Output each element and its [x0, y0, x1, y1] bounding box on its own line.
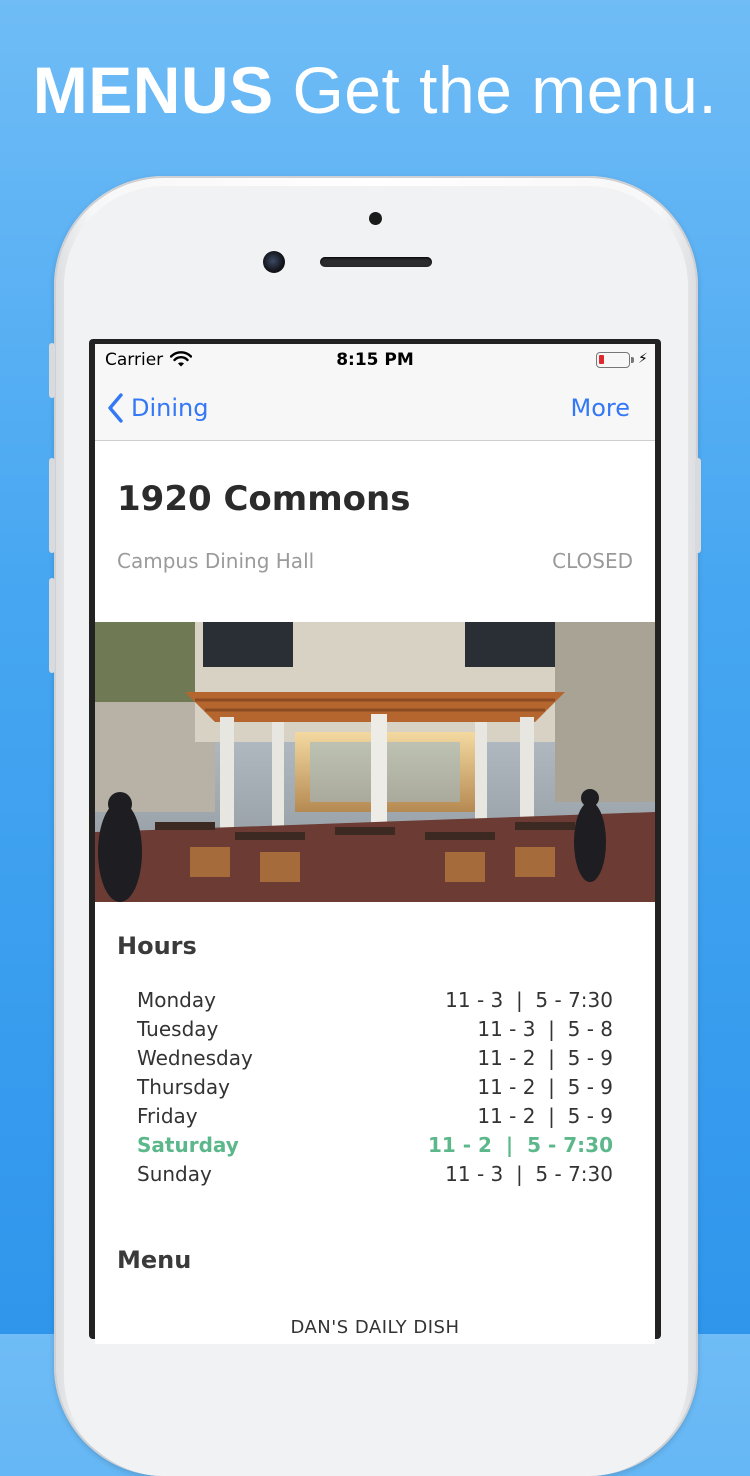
volume-up-button	[49, 458, 55, 553]
volume-down-button	[49, 578, 55, 673]
hours-time: 11 - 3 | 5 - 8	[477, 1017, 613, 1041]
hours-day: Thursday	[137, 1075, 230, 1099]
promo-headline-text: Get the menu.	[292, 53, 718, 127]
promo-headline: MENUS Get the menu.	[0, 52, 750, 128]
app-screen: Carrier 8:15 PM ⚡ Dining More 1920 Commo…	[95, 344, 655, 1344]
dining-hall-type: Campus Dining Hall	[117, 549, 315, 573]
hours-heading: Hours	[117, 932, 197, 960]
hours-day: Monday	[137, 988, 216, 1012]
open-status: CLOSED	[552, 549, 633, 573]
chevron-left-icon	[108, 393, 123, 423]
menu-heading: Menu	[117, 1246, 192, 1274]
front-camera	[263, 251, 285, 273]
hours-time: 11 - 3 | 5 - 7:30	[445, 1162, 613, 1186]
hours-day: Wednesday	[137, 1046, 253, 1070]
hours-day: Sunday	[137, 1162, 212, 1186]
promo-headline-bold: MENUS	[32, 53, 274, 127]
hours-row: Monday 11 - 3 | 5 - 7:30	[137, 986, 613, 1015]
status-bar: Carrier 8:15 PM ⚡	[95, 344, 655, 378]
hours-row: Wednesday 11 - 2 | 5 - 9	[137, 1044, 613, 1073]
hours-list: Monday 11 - 3 | 5 - 7:30 Tuesday 11 - 3 …	[137, 986, 613, 1189]
dining-hall-photo	[95, 622, 655, 902]
back-button-label: Dining	[131, 394, 209, 422]
earpiece-speaker	[320, 257, 432, 267]
hours-time: 11 - 2 | 5 - 9	[477, 1046, 613, 1070]
hours-time: 11 - 2 | 5 - 9	[477, 1075, 613, 1099]
hours-day: Friday	[137, 1104, 198, 1128]
hours-time: 11 - 2 | 5 - 7:30	[427, 1133, 613, 1157]
menu-station-name: DAN'S DAILY DISH	[290, 1317, 460, 1338]
hours-day: Saturday	[137, 1133, 239, 1157]
charging-icon: ⚡	[638, 351, 648, 367]
more-button[interactable]: More	[571, 394, 631, 422]
hours-row: Tuesday 11 - 3 | 5 - 8	[137, 1015, 613, 1044]
hours-time: 11 - 2 | 5 - 9	[477, 1104, 613, 1128]
mute-switch	[49, 343, 55, 398]
hours-row: Friday 11 - 2 | 5 - 9	[137, 1102, 613, 1131]
power-button	[695, 458, 701, 553]
proximity-sensor	[369, 212, 382, 225]
battery-icon	[596, 352, 630, 368]
clock-time: 8:15 PM	[336, 350, 414, 370]
battery-nub	[631, 357, 634, 363]
hours-time: 11 - 3 | 5 - 7:30	[445, 988, 613, 1012]
dining-hall-name: 1920 Commons	[117, 479, 411, 519]
back-button[interactable]: Dining	[107, 388, 208, 428]
hours-day: Tuesday	[137, 1017, 219, 1041]
navigation-bar: Dining More	[95, 378, 655, 441]
hours-row: Thursday 11 - 2 | 5 - 9	[137, 1073, 613, 1102]
hours-row: Sunday 11 - 3 | 5 - 7:30	[137, 1160, 613, 1189]
hours-row-today: Saturday 11 - 2 | 5 - 7:30	[137, 1131, 613, 1160]
